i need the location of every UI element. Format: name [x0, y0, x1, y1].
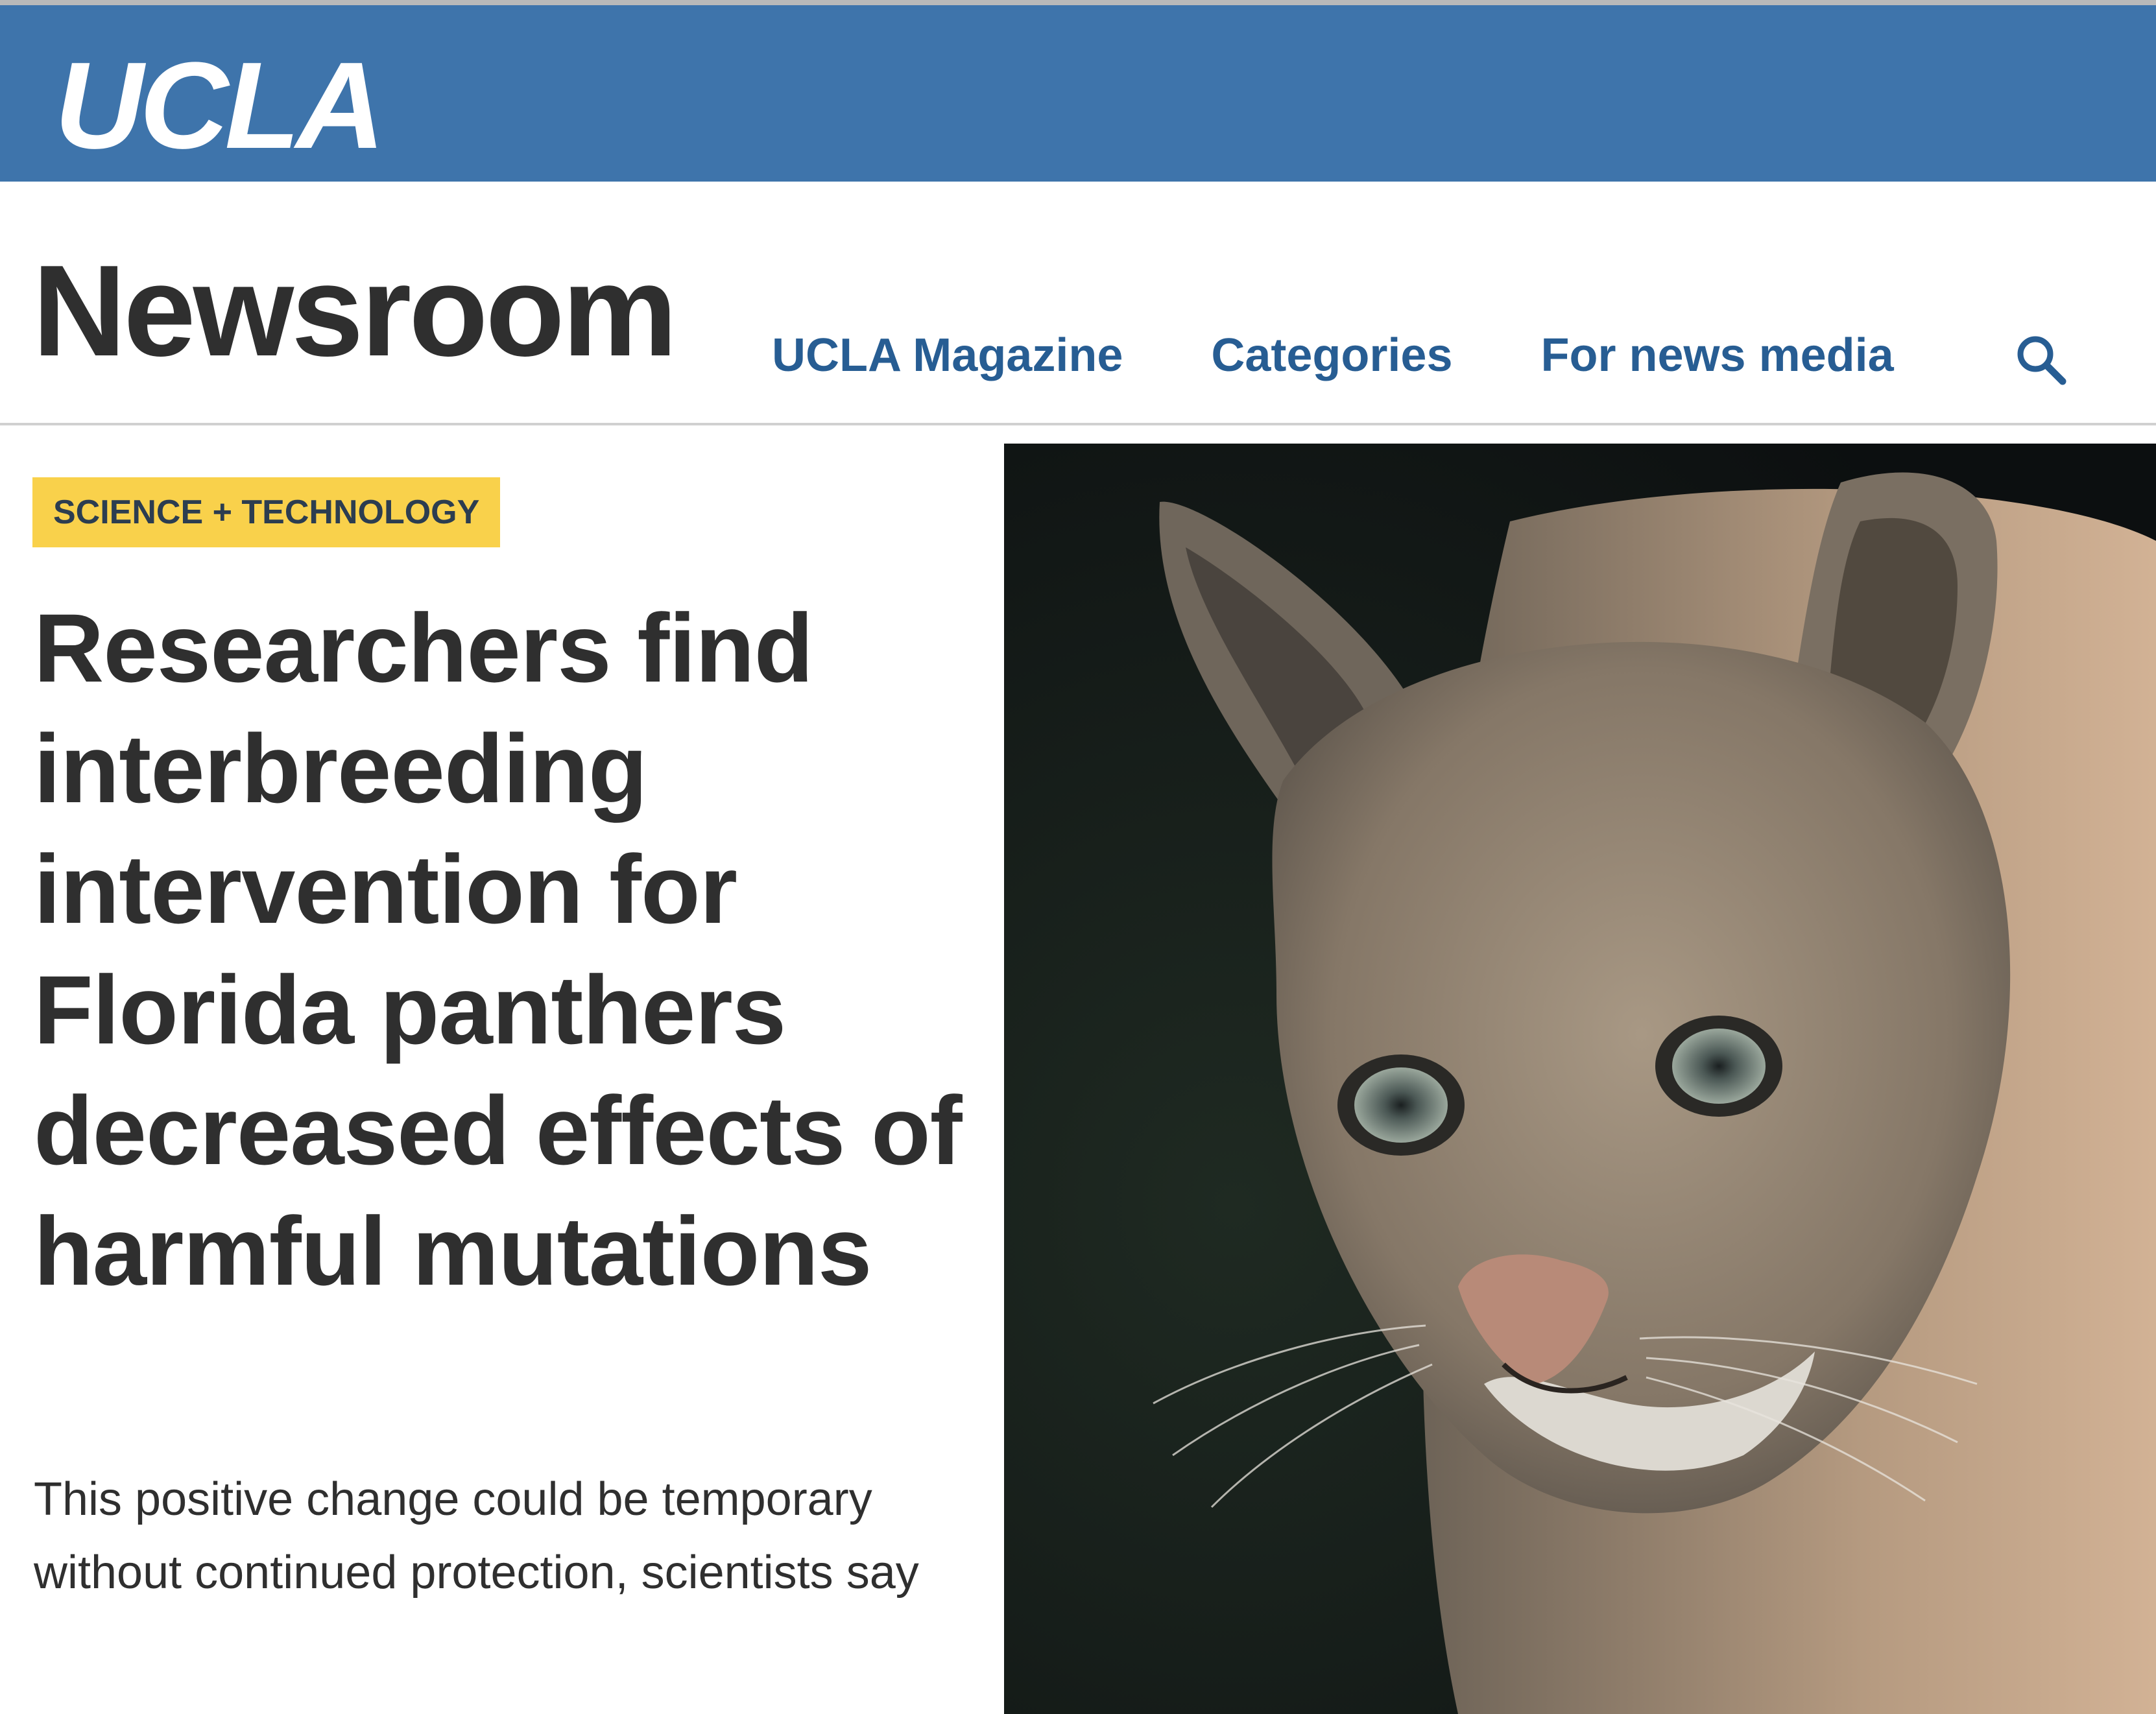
nav-link-for-news-media[interactable]: For news media	[1541, 332, 1894, 379]
article-hero: SCIENCE + TECHNOLOGY Researchers find in…	[0, 425, 2156, 1714]
brand-bar: UCLA	[0, 5, 2156, 182]
search-button[interactable]	[2013, 332, 2068, 387]
category-badge[interactable]: SCIENCE + TECHNOLOGY	[32, 477, 501, 547]
panther-photo	[1004, 444, 2156, 1714]
site-header: Newsroom UCLA Magazine Categories For ne…	[0, 182, 2156, 423]
article-headline[interactable]: Researchers find interbreeding intervent…	[34, 588, 968, 1311]
main-nav: UCLA Magazine Categories For news media	[772, 332, 1894, 379]
ucla-logo[interactable]: UCLA	[54, 44, 385, 167]
search-icon	[2017, 336, 2066, 385]
nav-link-categories[interactable]: Categories	[1211, 332, 1452, 379]
top-edge-line	[0, 0, 2156, 5]
site-title[interactable]: Newsroom	[32, 246, 677, 376]
hero-image[interactable]	[1004, 444, 2156, 1714]
nav-link-ucla-magazine[interactable]: UCLA Magazine	[772, 332, 1123, 379]
article-subheadline: This positive change could be temporary …	[34, 1473, 919, 1599]
